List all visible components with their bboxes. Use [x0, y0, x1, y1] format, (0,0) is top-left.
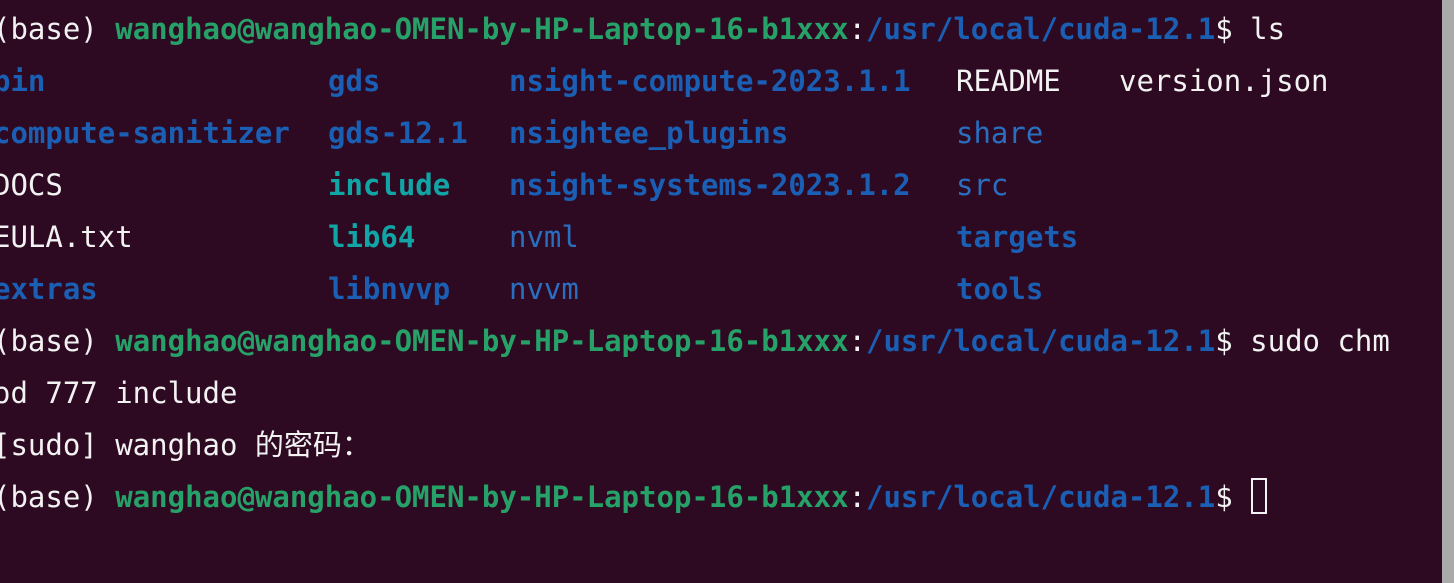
ls-entry-include[interactable]: include	[328, 159, 450, 211]
command-ls: ls	[1232, 12, 1286, 46]
ls-entry-gds[interactable]: gds	[328, 55, 380, 107]
ls-entry-extras[interactable]: extras	[0, 263, 98, 315]
prompt-colon: :	[848, 324, 867, 358]
prompt-path: /usr/local/cuda-12.1	[866, 12, 1216, 46]
prompt-env: (base)	[0, 324, 98, 358]
prompt-trailing-space	[1233, 480, 1250, 514]
ls-entry-libnvvp[interactable]: libnvvp	[328, 263, 450, 315]
ls-entry-version-json[interactable]: version.json	[1119, 55, 1329, 107]
ls-output-row: EULA.txt lib64 nvml targets	[0, 211, 1437, 263]
ls-entry-bin[interactable]: bin	[0, 55, 45, 107]
prompt-userhost: wanghao@wanghao-OMEN-by-HP-Laptop-16-b1x…	[115, 324, 849, 358]
ls-output-row: compute-sanitizer gds-12.1 nsightee_plug…	[0, 107, 1437, 159]
ls-entry-nsightee-plugins[interactable]: nsightee_plugins	[509, 107, 788, 159]
scrollbar[interactable]	[1437, 0, 1454, 583]
prompt-sigil: $	[1215, 12, 1233, 46]
ls-entry-gds-12-1[interactable]: gds-12.1	[328, 107, 468, 159]
terminal-line-prompt-active: (base) wanghao@wanghao-OMEN-by-HP-Laptop…	[0, 471, 1437, 523]
ls-entry-lib64[interactable]: lib64	[328, 211, 415, 263]
terminal-window[interactable]: (base) wanghao@wanghao-OMEN-by-HP-Laptop…	[0, 0, 1454, 583]
terminal-line-prompt-ls: (base) wanghao@wanghao-OMEN-by-HP-Laptop…	[0, 3, 1437, 55]
prompt-userhost: wanghao@wanghao-OMEN-by-HP-Laptop-16-b1x…	[115, 480, 849, 514]
terminal-line-sudo-password-prompt: [sudo] wanghao 的密码：	[0, 419, 1437, 471]
text-cursor[interactable]	[1251, 478, 1268, 514]
scrollbar-thumb[interactable]	[1442, 0, 1454, 583]
ls-entry-tools[interactable]: tools	[956, 263, 1043, 315]
prompt-colon: :	[848, 12, 867, 46]
prompt-sigil: $	[1215, 324, 1233, 358]
command-sudo-chmod-part2: od 777 include	[0, 376, 238, 410]
terminal-screen[interactable]: (base) wanghao@wanghao-OMEN-by-HP-Laptop…	[0, 0, 1437, 583]
prompt-sigil: $	[1215, 480, 1233, 514]
terminal-line-prompt-sudo: (base) wanghao@wanghao-OMEN-by-HP-Laptop…	[0, 315, 1437, 367]
ls-entry-src[interactable]: src	[956, 159, 1008, 211]
prompt-userhost: wanghao@wanghao-OMEN-by-HP-Laptop-16-b1x…	[115, 12, 849, 46]
ls-entry-share[interactable]: share	[956, 107, 1043, 159]
command-sudo-chmod-part1: sudo chm	[1232, 324, 1390, 358]
ls-output-row: DOCS include nsight-systems-2023.1.2 src	[0, 159, 1437, 211]
ls-entry-compute-sanitizer[interactable]: compute-sanitizer	[0, 107, 290, 159]
ls-entry-nsight-compute-2023-1-1[interactable]: nsight-compute-2023.1.1	[509, 55, 911, 107]
ls-entry-nvml[interactable]: nvml	[509, 211, 579, 263]
ls-entry-docs[interactable]: DOCS	[0, 159, 63, 211]
prompt-env: (base)	[0, 480, 98, 514]
ls-entry-eula-txt[interactable]: EULA.txt	[0, 211, 133, 263]
ls-entry-nsight-systems-2023-1-2[interactable]: nsight-systems-2023.1.2	[509, 159, 911, 211]
prompt-path: /usr/local/cuda-12.1	[866, 480, 1216, 514]
ls-entry-nvvm[interactable]: nvvm	[509, 263, 579, 315]
prompt-colon: :	[848, 480, 867, 514]
prompt-env: (base)	[0, 12, 98, 46]
terminal-line-sudo-wrap: od 777 include	[0, 367, 1437, 419]
prompt-path: /usr/local/cuda-12.1	[866, 324, 1216, 358]
ls-output-row: bin gds nsight-compute-2023.1.1 README v…	[0, 55, 1437, 107]
ls-entry-targets[interactable]: targets	[956, 211, 1078, 263]
sudo-password-prompt-text: [sudo] wanghao 的密码：	[0, 428, 371, 462]
ls-entry-readme[interactable]: README	[956, 55, 1061, 107]
ls-output-row: extras libnvvp nvvm tools	[0, 263, 1437, 315]
